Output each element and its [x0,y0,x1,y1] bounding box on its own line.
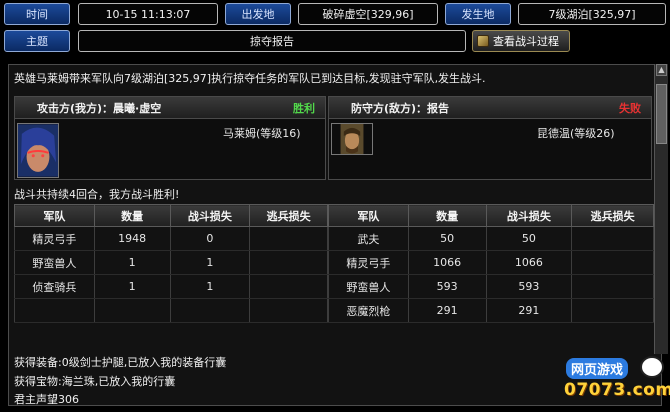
table-row [14,298,328,323]
troop-name: 侦查骑兵 [14,274,95,299]
troop-count: 291 [407,298,487,323]
report-intro: 英雄马莱姆带来军队向7级湖泊[325,97]执行掠夺任务的军队已到达目标,发现驻… [14,72,486,85]
troop-name: 恶魔烈枪 [328,298,409,323]
scroll-icon [477,35,489,47]
origin-value: 破碎虚空[329,96] [298,3,438,25]
battle-loss: 1066 [485,250,573,275]
attacker-hero-portrait [17,123,59,178]
desertion-loss [571,250,654,275]
troop-count: 1066 [407,250,487,275]
view-battle-label: 查看战斗过程 [493,35,559,48]
troop-name: 野蛮兽人 [14,250,95,275]
troop-count: 1948 [93,226,171,251]
table-header: 数量 [407,204,487,227]
table-row: 侦查骑兵 1 1 [14,274,328,299]
defender-panel: 防守方(敌方)：报告 失败 昆德温(等级26) [328,96,652,180]
table-header: 数量 [93,204,171,227]
battle-loss: 1 [169,250,251,275]
battle-loss: 50 [485,226,573,251]
table-header: 战斗损失 [485,204,573,227]
table-header: 逃兵损失 [249,204,328,227]
table-row: 恶魔烈枪 291 291 [328,298,654,323]
topic-value: 掠夺报告 [78,30,466,52]
table-row: 野蛮兽人 1 1 [14,250,328,275]
watermark-top: 网页游戏 [566,358,629,379]
loot-prestige: 君主声望306 [14,393,79,406]
scrollbar[interactable]: ▲ [654,64,668,354]
desertion-loss [571,274,654,299]
attacker-hero: 马莱姆(等级16) [223,127,301,140]
attacker-panel: 攻击方(我方)：晨曦·虚空 胜利 马莱姆(等级16) [14,96,326,180]
view-battle-button[interactable]: 查看战斗过程 [472,30,570,52]
site-watermark: 网页游戏 07073.com [560,356,670,408]
time-label: 时间 [4,3,70,25]
mascot-icon [640,356,664,378]
troop-count: 593 [407,274,487,299]
troop-count [93,298,171,323]
troop-count: 50 [407,226,487,251]
attacker-result: 胜利 [293,101,315,115]
table-header: 战斗损失 [169,204,251,227]
troop-name: 精灵弓手 [328,250,409,275]
table-row: 精灵弓手 1948 0 [14,226,328,251]
table-header: 逃兵损失 [571,204,654,227]
loot-treasure: 获得宝物:海兰珠,已放入我的行囊 [14,375,176,388]
battle-loss: 593 [485,274,573,299]
table-row: 武夫 50 50 [328,226,654,251]
troop-name: 精灵弓手 [14,226,95,251]
topic-label: 主题 [4,30,70,52]
troop-name [14,298,95,323]
scroll-thumb[interactable] [656,84,667,144]
attacker-troops-table: 军队 数量 战斗损失 逃兵损失 精灵弓手 1948 0 野蛮兽人 1 1 侦查骑… [14,204,328,323]
troop-name: 武夫 [328,226,409,251]
table-header: 军队 [328,204,409,227]
battle-loss: 291 [485,298,573,323]
desertion-loss [571,298,654,323]
desertion-loss [249,298,328,323]
desertion-loss [571,226,654,251]
scroll-up-icon[interactable]: ▲ [656,64,667,76]
attacker-header: 攻击方(我方)：晨曦·虚空 胜利 [15,97,325,119]
battle-loss: 1 [169,274,251,299]
defender-hero-portrait [331,123,373,155]
attacker-heading: 攻击方(我方)：晨曦·虚空 [37,101,162,115]
battle-loss: 0 [169,226,251,251]
table-header: 军队 [14,204,95,227]
table-row: 精灵弓手 1066 1066 [328,250,654,275]
desertion-loss [249,250,328,275]
table-row: 野蛮兽人 593 593 [328,274,654,299]
troop-count: 1 [93,274,171,299]
defender-troops-table: 军队 数量 战斗损失 逃兵损失 武夫 50 50 精灵弓手 1066 1066 … [328,204,654,323]
time-value: 10-15 11:13:07 [78,3,218,25]
target-label: 发生地 [445,3,511,25]
origin-label: 出发地 [225,3,291,25]
target-value: 7级湖泊[325,97] [518,3,666,25]
defender-hero: 昆德温(等级26) [537,127,615,140]
watermark-bottom: 07073.com [564,380,670,400]
loot-equipment: 获得装备:0级剑士护腿,已放入我的装备行囊 [14,356,227,369]
defender-header: 防守方(敌方)：报告 失败 [329,97,651,119]
troop-count: 1 [93,250,171,275]
desertion-loss [249,226,328,251]
troop-name: 野蛮兽人 [328,274,409,299]
desertion-loss [249,274,328,299]
battle-loss [169,298,251,323]
battle-summary: 战斗共持续4回合，我方战斗胜利! [14,188,180,201]
defender-result: 失败 [619,101,641,115]
defender-heading: 防守方(敌方)：报告 [351,101,450,115]
